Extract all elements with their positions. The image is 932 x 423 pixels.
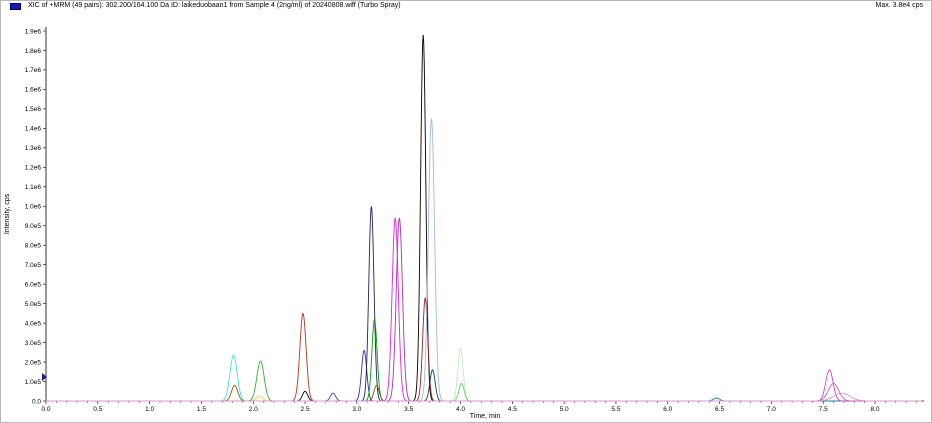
trace-peak-14 [46,297,922,402]
x-tick-label: 6.0 [663,406,672,413]
trace-peak-22 [46,392,922,402]
y-tick-label: 1.0e5 [25,379,42,386]
trace-peak-16 [46,369,922,402]
trace-peak-12 [46,217,922,402]
trace-peak-20 [46,369,922,402]
y-tick-label: 5.0e5 [25,301,42,308]
x-tick-label: 0.0 [41,406,50,413]
y-tick-label: 1.0e6 [25,204,42,211]
x-tick-labels: 0.0 0.5 1.0 1.5 2.0 2.5 3.0 3.5 4.0 4.5 5.0 5.5 6.0 6… [41,406,879,413]
y-tick-label: 6.0e5 [25,281,42,288]
x-tick-label: 3.5 [404,406,413,413]
trace-peak-5 [46,390,922,402]
trace-peak-17 [46,347,922,402]
trace-peak-9 [46,317,922,402]
y-tick-label: 0.0 [32,398,41,405]
trace-peak-15 [46,118,922,402]
x-tick-label: 7.5 [819,406,828,413]
x-tick-label: 1.0 [145,406,154,413]
y-tick-label: 1.8e6 [25,48,42,55]
y-tick-label: 1.5e6 [25,106,42,113]
x-tick-label: 8.0 [870,406,879,413]
y-tick-label: 7.0e5 [25,262,42,269]
y-tick-label: 1.3e6 [25,145,42,152]
trace-peak-13 [46,34,922,402]
x-tick-label: 4.0 [456,406,465,413]
y-tick-label: 2.0e5 [25,359,42,366]
trace-peak-2 [46,360,922,402]
y-tick-label: 1.4e6 [25,126,42,133]
traces-group [46,34,922,402]
x-axis-label: Time, min [470,413,501,420]
x-tick-label: 6.5 [715,406,724,413]
y-tick-label: 1.6e6 [25,87,42,94]
chromatogram-plot[interactable]: 0.0 0.5 1.0 1.5 2.0 2.5 3.0 3.5 4.0 4.5 5.0 5.5 6.0 6… [0,0,932,423]
x-tick-label: 2.5 [301,406,310,413]
x-tick-label: 5.0 [560,406,569,413]
trace-peak-3 [46,395,922,402]
y-tick-label: 4.0e5 [25,320,42,327]
trace-peak-8 [46,206,922,402]
axes-group [43,27,924,404]
x-tick-label: 3.0 [352,406,361,413]
y-tick-label: 1.9e6 [25,28,42,35]
trace-peak-11 [46,217,922,402]
trace-peak-1 [46,384,922,402]
y-tick-label: 9.0e5 [25,223,42,230]
trace-peak-6 [46,392,922,402]
trace-peak-7 [46,349,922,402]
y-axis-label: Intensity, cps [4,193,11,234]
x-tick-label: 4.5 [508,406,517,413]
trace-peak-18 [46,382,922,402]
y-tick-label: 1.7e6 [25,67,42,74]
x-tick-label: 7.0 [767,406,776,413]
trace-peak-21 [46,383,922,402]
y-tick-label: 8.0e5 [25,243,42,250]
trace-peak-10 [46,384,922,402]
trace-peak-0 [46,354,922,402]
trace-peak-4 [46,312,922,402]
x-tick-label: 5.5 [611,406,620,413]
y-tick-label: 1.1e6 [25,184,42,191]
y-tick-labels: 0.0 1.0e5 2.0e5 3.0e5 4.0e5 5.0e5 6.0e5 7.0e5 8.… [25,28,42,405]
x-tick-label: 2.0 [249,406,258,413]
y-tick-label: 1.2e6 [25,165,42,172]
x-tick-label: 0.5 [93,406,102,413]
x-tick-label: 1.5 [197,406,206,413]
y-tick-label: 3.0e5 [25,340,42,347]
